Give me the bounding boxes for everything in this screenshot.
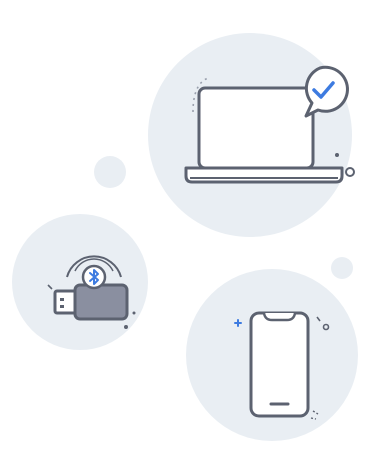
dongle-backdrop-circle <box>12 214 148 350</box>
tiny-decor-circle <box>331 257 353 279</box>
illustration-svg <box>12 33 358 441</box>
device-connection-illustration <box>0 0 388 447</box>
small-decor-circle <box>94 156 126 188</box>
bluetooth-icon <box>81 264 107 290</box>
